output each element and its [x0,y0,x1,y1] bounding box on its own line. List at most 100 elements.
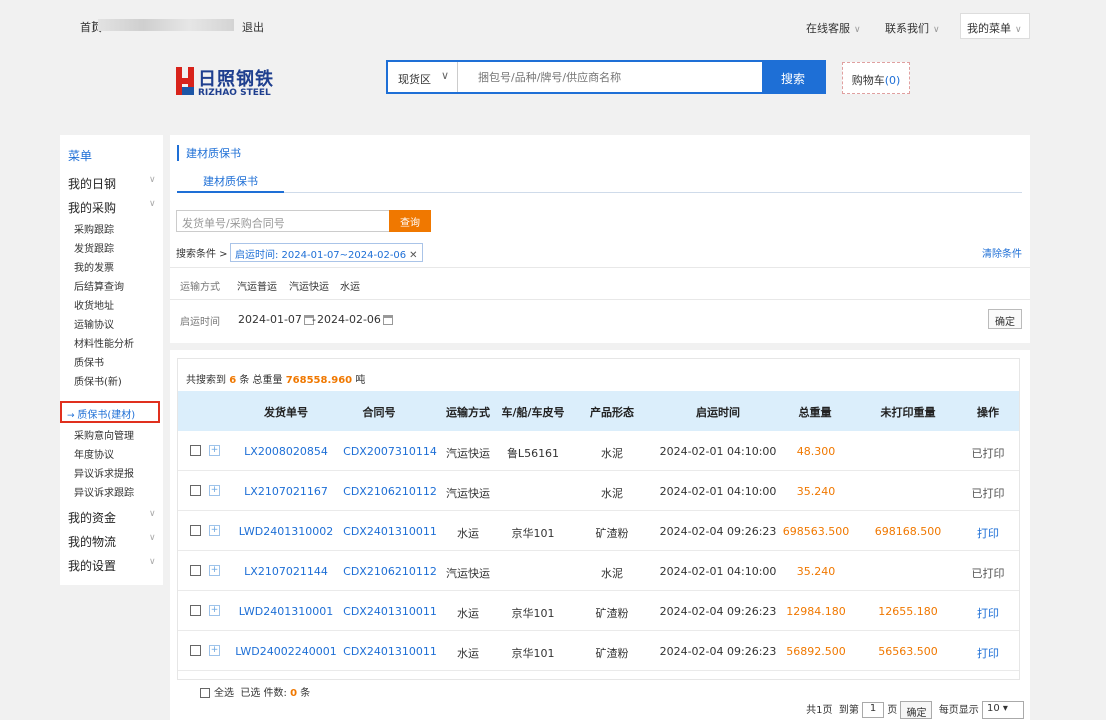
select-all-label[interactable]: 全选 [214,688,234,699]
order-search-input[interactable]: 发货单号/采购合同号 [176,210,390,232]
cart-button[interactable]: 购物车(0) [842,62,910,94]
contract-number-link[interactable]: CDX2401310011 [340,605,440,618]
column-header: 未打印重量 [880,406,936,419]
per-page-select[interactable]: 10 ▾ [982,701,1024,719]
contract-number-link[interactable]: CDX2106210112 [340,565,440,578]
print-button[interactable]: 打印 [966,605,1010,621]
print-button[interactable]: 打印 [966,525,1010,541]
search-scope-select[interactable]: 现货区 ∨ [388,62,458,92]
ship-number-link[interactable]: LX2107021167 [228,485,344,498]
search-input[interactable] [478,62,748,92]
sidebar-item-delivery-tracking[interactable]: 发货跟踪 [74,240,114,255]
row-checkbox[interactable] [190,605,201,616]
summary-mid: 条 总重量 [239,375,283,386]
sidebar-item-transport-agreement[interactable]: 运输协议 [74,316,114,331]
unprinted-weight-cell: 12655.180 [878,605,938,618]
row-checkbox[interactable] [190,485,201,496]
sidebar-group-my-logistics[interactable]: 我的物流 ∨ [68,533,156,550]
row-checkbox[interactable] [190,445,201,456]
sidebar-item-quality-cert-new[interactable]: 质保书(新) [74,373,122,388]
chevron-down-icon: ∨ [149,533,156,543]
results-panel: 共搜索到 6 条 总重量 768558.960 吨 发货单号 合同号 运输方式 … [170,350,1030,720]
transport-option[interactable]: 水运 [340,278,360,293]
sidebar-group-my-rigang[interactable]: 我的日钢 ∨ [68,175,156,192]
expand-icon[interactable]: + [209,445,220,456]
query-button[interactable]: 查询 [389,210,431,232]
contract-number-link[interactable]: CDX2007310114 [340,445,440,458]
chevron-down-icon: ∨ [149,175,156,185]
chevron-down-icon: ∨ [933,25,940,35]
tab-building-cert[interactable]: 建材质保书 [177,169,284,193]
contract-number-link[interactable]: CDX2106210112 [340,485,440,498]
row-checkbox[interactable] [190,565,201,576]
sidebar-item-address[interactable]: 收货地址 [74,297,114,312]
search-button[interactable]: 搜索 [762,62,824,92]
sidebar-group-my-funds[interactable]: 我的资金 ∨ [68,509,156,526]
date-to-field[interactable]: 2024-02-06 [317,313,393,326]
page-title: 建材质保书 [177,145,241,161]
condition-chip-label: 启运时间: 2024-01-07~2024-02-06 [235,250,407,261]
selected-count: 0 [290,688,298,699]
total-weight-cell: 35.240 [796,565,836,578]
table-row: + LX2107021144 CDX2106210112 汽运快运 水泥 2024-02-… [178,551,1019,591]
contract-number-link[interactable]: CDX2401310011 [340,645,440,658]
ship-number-link[interactable]: LX2107021144 [228,565,344,578]
expand-icon[interactable]: + [209,645,220,656]
calendar-icon[interactable] [382,315,393,325]
sidebar-item-quality-cert-building[interactable]: → 质保书(建材) [60,401,160,423]
summary-unit: 吨 [355,375,366,386]
sidebar-item-post-settlement[interactable]: 后结算查询 [74,278,124,293]
expand-icon[interactable]: + [209,525,220,536]
sidebar-item-purchase-intent[interactable]: 采购意向管理 [74,427,134,442]
expand-icon[interactable]: + [209,565,220,576]
product-form-cell: 水泥 [601,567,623,580]
my-menu-dropdown[interactable]: 我的菜单 ∨ [960,13,1030,39]
sidebar-item-label: 质保书(建材) [77,410,136,421]
row-checkbox[interactable] [190,525,201,536]
date-from-field[interactable]: 2024-01-07 [238,313,314,326]
close-icon[interactable]: ✕ [409,250,417,261]
logout-link[interactable]: 退出 [242,19,264,35]
sidebar-group-my-purchase[interactable]: 我的采购 ∨ [68,199,156,216]
table-row: + LWD24002240001 CDX2401310011 水运 京华101 矿渣粉 20… [178,631,1019,671]
sidebar-item-material-analysis[interactable]: 材料性能分析 [74,335,134,350]
product-form-cell: 矿渣粉 [595,527,629,540]
ship-number-link[interactable]: LX2008020854 [228,445,344,458]
date-separator: - [312,313,316,326]
print-button[interactable]: 打印 [966,645,1010,661]
clear-conditions-link[interactable]: 清除条件 [982,245,1022,260]
row-checkbox[interactable] [190,645,201,656]
sidebar-menu: 菜单 我的日钢 ∨ 我的采购 ∨ 采购跟踪 发货跟踪 我的发票 后结算查询 收货地址… [60,135,163,585]
online-service-link[interactable]: 在线客服 ∨ [806,20,861,36]
goto-page-button[interactable]: 确定 [900,701,933,719]
sidebar-item-objection-submit[interactable]: 异议诉求提报 [74,465,134,480]
column-header: 总重量 [798,406,832,419]
transport-option[interactable]: 汽运普运 [237,278,277,293]
unprinted-weight-cell: 56563.500 [878,645,938,658]
chevron-down-icon: ∨ [440,69,449,82]
expand-icon[interactable]: + [209,485,220,496]
sidebar-item-quality-cert[interactable]: 质保书 [74,354,104,369]
result-count: 6 [229,375,237,386]
ship-number-link[interactable]: LWD24002240001 [228,645,344,658]
condition-chip[interactable]: 启运时间: 2024-01-07~2024-02-06 ✕ [230,243,423,262]
divider [170,299,1030,300]
confirm-date-button[interactable]: 确定 [988,309,1022,329]
results-summary: 共搜索到 6 条 总重量 768558.960 吨 [186,371,365,386]
sidebar-item-my-invoice[interactable]: 我的发票 [74,259,114,274]
sidebar-item-objection-track[interactable]: 异议诉求跟踪 [74,484,134,499]
select-all-checkbox[interactable] [200,688,210,698]
ship-number-link[interactable]: LWD2401310001 [228,605,344,618]
sidebar-item-annual-agreement[interactable]: 年度协议 [74,446,114,461]
expand-icon[interactable]: + [209,605,220,616]
page-number-input[interactable]: 1 [862,702,885,718]
logo[interactable]: 日照钢铁 RIZHAO STEEL [176,65,296,101]
transport-option[interactable]: 汽运快运 [289,278,329,293]
sidebar-group-my-settings[interactable]: 我的设置 ∨ [68,557,156,574]
contract-number-link[interactable]: CDX2401310011 [340,525,440,538]
sidebar-group-label: 我的物流 [68,535,117,549]
product-form-cell: 矿渣粉 [595,607,629,620]
contact-us-link[interactable]: 联系我们 ∨ [885,20,940,36]
sidebar-item-purchase-tracking[interactable]: 采购跟踪 [74,221,114,236]
ship-number-link[interactable]: LWD2401310002 [228,525,344,538]
